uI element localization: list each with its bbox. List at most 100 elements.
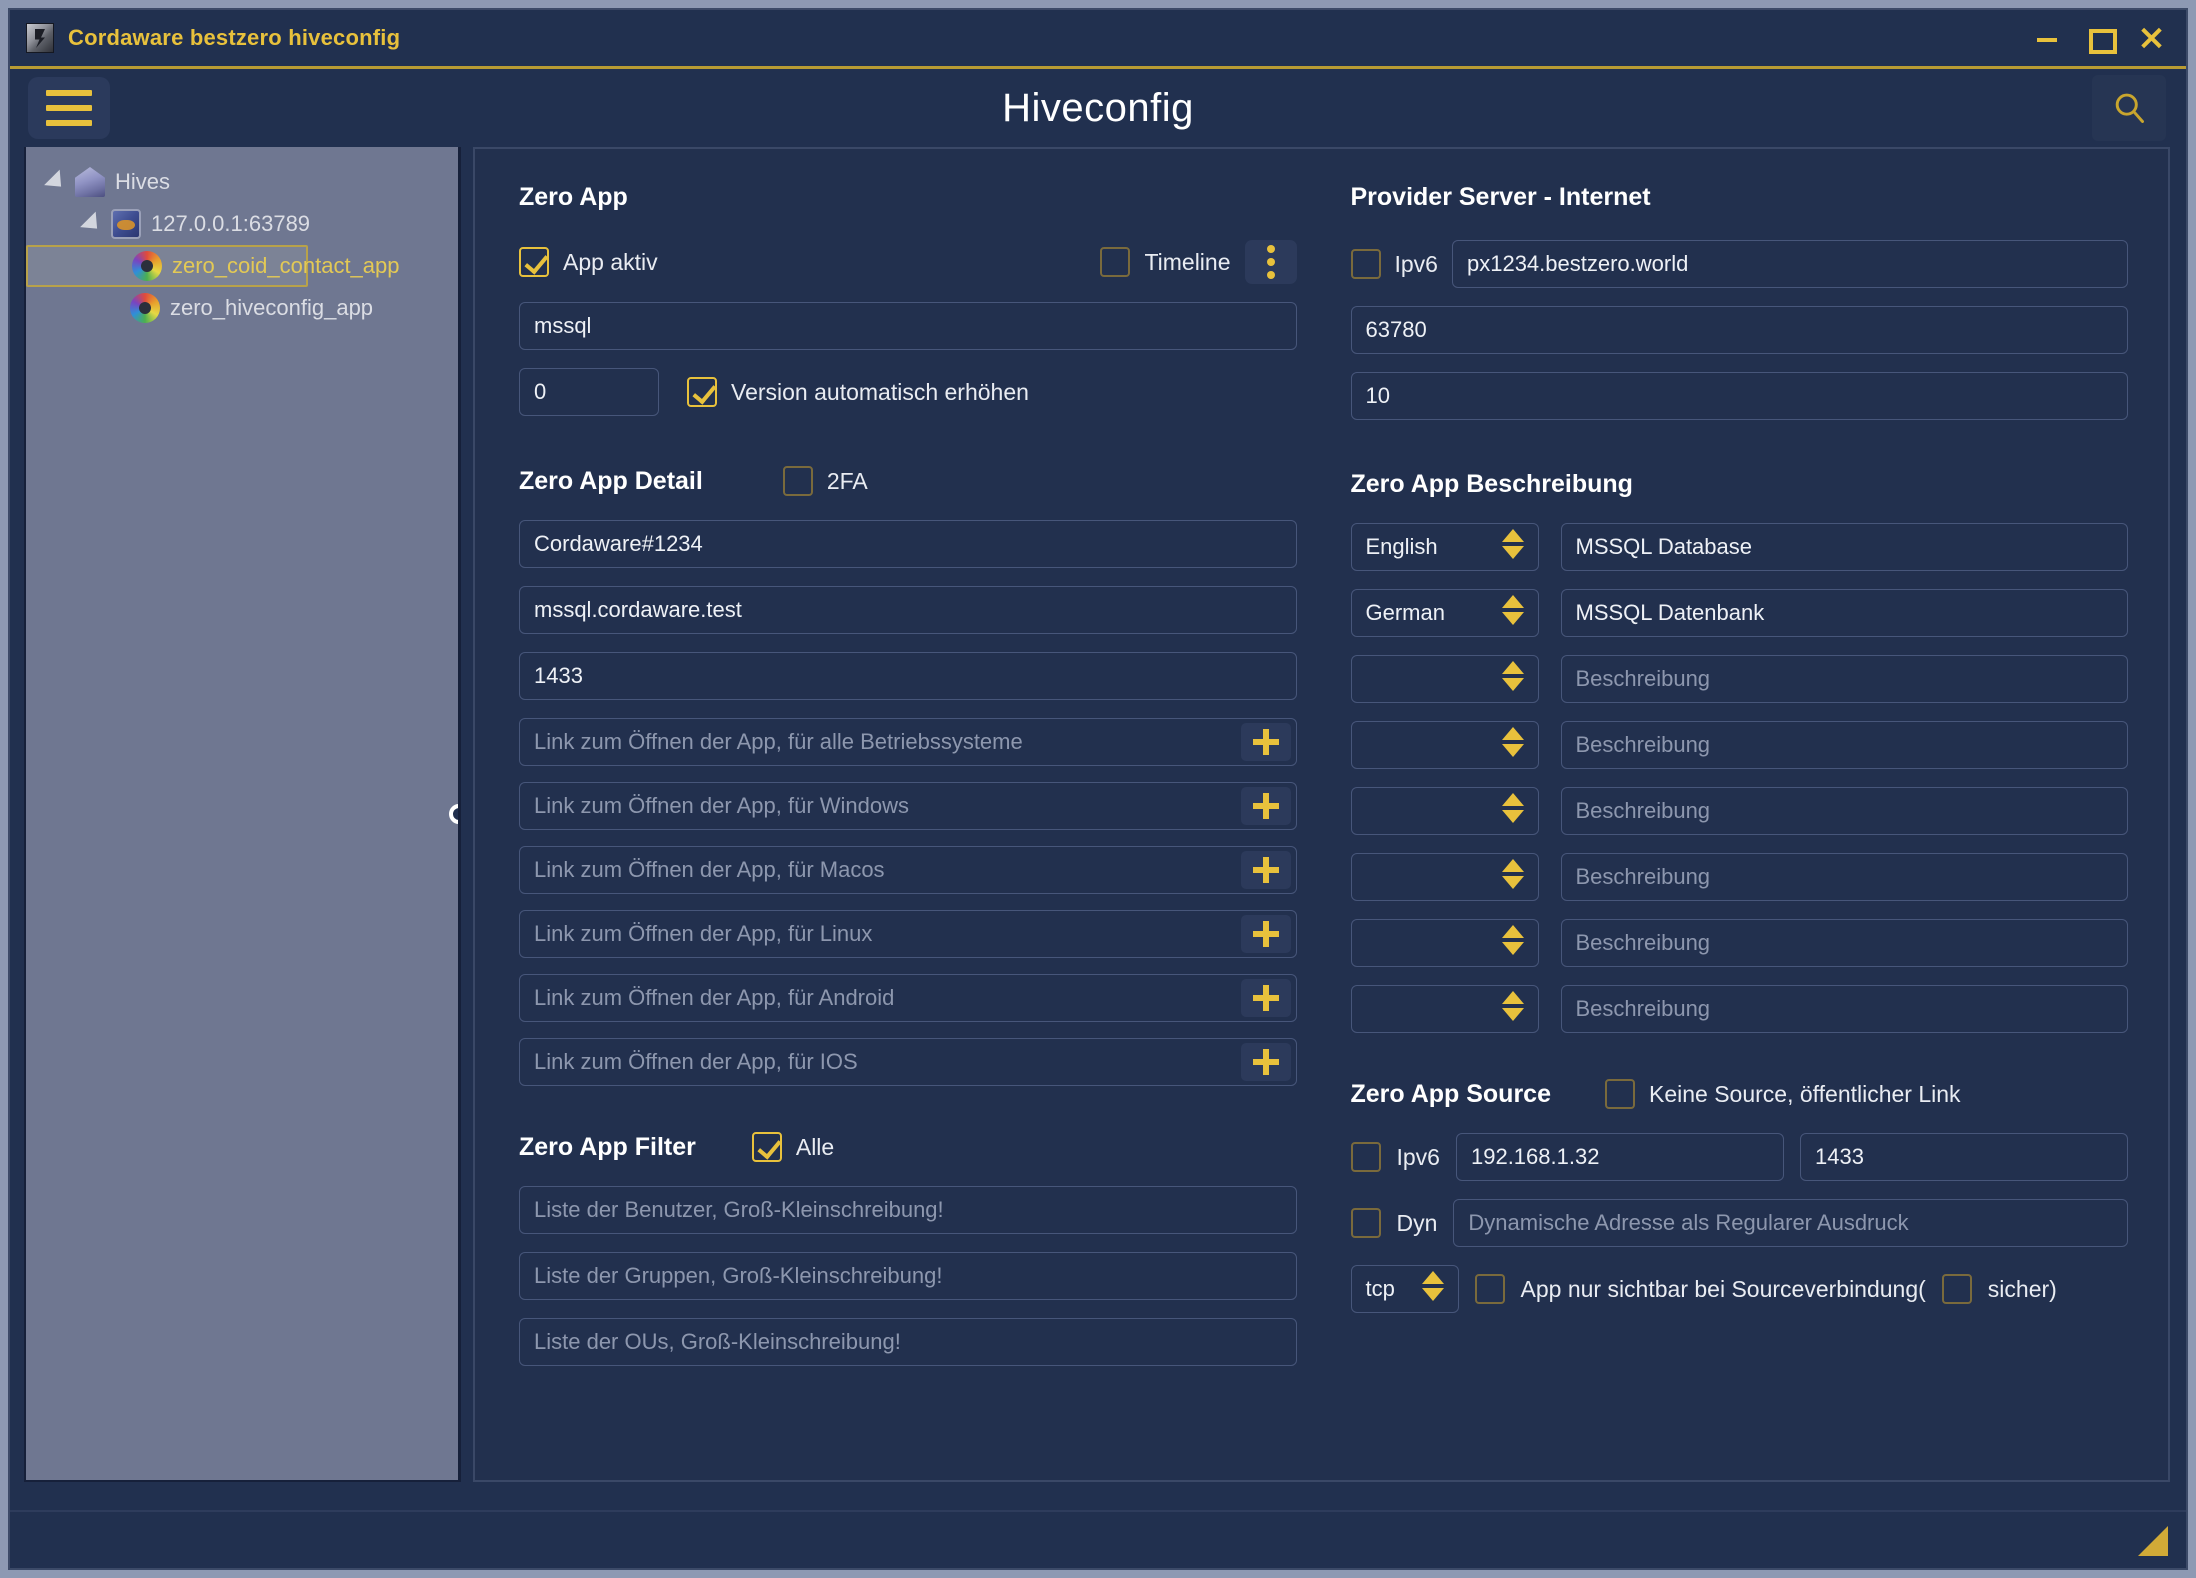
plus-icon[interactable] [1240, 787, 1291, 825]
twofa-label: 2FA [826, 467, 868, 494]
provider-count-input[interactable] [1350, 372, 2128, 420]
panel-splitter-handle[interactable] [449, 803, 458, 824]
spinner-arrows-icon[interactable] [1421, 1271, 1444, 1301]
title-bar: Cordaware bestzero hiveconfig [10, 10, 2186, 66]
protocol-select[interactable]: tcp [1350, 1265, 1459, 1313]
link-android-input[interactable] [519, 974, 1297, 1022]
spinner-arrows-icon[interactable] [1501, 859, 1524, 889]
tree-item-server[interactable]: 127.0.0.1:63789 [26, 203, 458, 245]
language-select[interactable]: English [1350, 523, 1539, 571]
language-select[interactable] [1350, 655, 1539, 703]
tree-item-hives[interactable]: Hives [26, 161, 458, 203]
plus-icon[interactable] [1240, 851, 1291, 889]
app-name-input[interactable] [519, 302, 1297, 350]
twofa-checkbox[interactable] [782, 466, 813, 496]
spinner-arrows-icon[interactable] [1501, 793, 1524, 823]
plus-icon[interactable] [1240, 723, 1291, 761]
source-ipv6-checkbox[interactable] [1350, 1142, 1381, 1172]
provider-port-input[interactable] [1350, 306, 2128, 354]
spinner-arrows-icon[interactable] [1501, 991, 1524, 1021]
language-select[interactable] [1350, 853, 1539, 901]
app-aktiv-checkbox[interactable] [519, 247, 549, 277]
version-input[interactable] [519, 368, 659, 416]
plus-icon[interactable] [1240, 1043, 1291, 1081]
filter-alle-checkbox[interactable] [751, 1132, 782, 1162]
description-input[interactable] [1560, 787, 2128, 835]
language-select-value: English [1365, 534, 1438, 559]
provider-host-row: Ipv6 [1350, 240, 2128, 288]
link-windows-input[interactable] [519, 782, 1297, 830]
detail-port-input[interactable] [519, 652, 1297, 700]
detail-field2-wrap [519, 586, 1297, 634]
description-row [1350, 787, 2128, 835]
detail-hostname-input[interactable] [519, 586, 1297, 634]
filter-ous-input[interactable] [519, 1318, 1297, 1366]
description-row: English [1350, 523, 2128, 571]
more-options-icon[interactable] [1244, 240, 1297, 284]
provider-ipv6-checkbox[interactable] [1350, 249, 1381, 279]
language-select[interactable] [1350, 787, 1539, 835]
description-input[interactable] [1560, 985, 2128, 1033]
filter-alle-label: Alle [795, 1133, 835, 1160]
description-input[interactable] [1560, 721, 2128, 769]
spinner-arrows-icon[interactable] [1501, 529, 1524, 559]
language-select[interactable] [1350, 721, 1539, 769]
secure-checkbox[interactable] [1941, 1274, 1972, 1304]
filter-groups-input[interactable] [519, 1252, 1297, 1300]
config-form-panel: Speichern Abbrechen Kopieren Löschen Zer… [473, 147, 2170, 1482]
page-title: Hiveconfig [1002, 85, 1194, 130]
application-window: Cordaware bestzero hiveconfig Hiveconfig… [8, 8, 2188, 1570]
language-select[interactable] [1350, 985, 1539, 1033]
description-input[interactable] [1560, 919, 2128, 967]
tree-item-label: zero_coid_contact_app [172, 253, 400, 278]
description-input[interactable] [1560, 589, 2128, 637]
window-title: Cordaware bestzero hiveconfig [68, 25, 401, 50]
plus-icon[interactable] [1240, 915, 1291, 953]
timeline-checkbox[interactable] [1100, 247, 1131, 277]
language-select[interactable]: German [1350, 589, 1539, 637]
minimize-icon[interactable] [2034, 25, 2060, 51]
description-input[interactable] [1560, 523, 2128, 571]
link-linux-input[interactable] [519, 910, 1297, 958]
link-row-linux [519, 910, 1297, 958]
expand-collapse-icon[interactable] [44, 169, 69, 195]
dyn-checkbox[interactable] [1350, 1208, 1381, 1238]
source-protocol-row: tcp App nur sichtbar bei Sourceverbindun… [1350, 1265, 2129, 1313]
app-name-field-wrap [519, 302, 1297, 350]
filter-users-input[interactable] [519, 1186, 1297, 1234]
cordaware-logo-icon [26, 23, 54, 53]
auto-version-checkbox[interactable] [687, 377, 717, 407]
link-row-android [519, 974, 1297, 1022]
source-address-input[interactable] [1455, 1133, 1784, 1181]
link-ios-input[interactable] [519, 1038, 1297, 1086]
app-icon [132, 251, 162, 281]
detail-identifier-input[interactable] [519, 520, 1297, 568]
provider-server-section-header: Provider Server - Internet [1351, 183, 2129, 212]
dyn-address-input[interactable] [1453, 1199, 2128, 1247]
spinner-arrows-icon[interactable] [1501, 661, 1524, 691]
spinner-arrows-icon[interactable] [1501, 727, 1524, 757]
no-source-checkbox[interactable] [1605, 1079, 1635, 1109]
spinner-arrows-icon[interactable] [1501, 925, 1524, 955]
maximize-icon[interactable] [2086, 25, 2117, 54]
link-row-windows [519, 782, 1297, 830]
spinner-arrows-icon[interactable] [1501, 595, 1524, 625]
description-input[interactable] [1560, 853, 2128, 901]
description-input[interactable] [1560, 655, 2128, 703]
link-macos-input[interactable] [519, 846, 1297, 894]
tree-item-label: 127.0.0.1:63789 [151, 211, 311, 236]
link-all-os-input[interactable] [519, 718, 1297, 766]
section-title: Zero App Detail [519, 466, 703, 495]
expand-collapse-icon[interactable] [80, 211, 105, 237]
plus-icon[interactable] [1240, 979, 1291, 1017]
tree-item-zero-coid-contact-app[interactable]: zero_coid_contact_app [26, 245, 400, 287]
section-title: Zero App Beschreibung [1350, 470, 1633, 498]
tree-item-zero-hiveconfig-app[interactable]: zero_hiveconfig_app [26, 287, 458, 329]
language-select[interactable] [1350, 919, 1539, 967]
provider-host-input[interactable] [1451, 240, 2128, 288]
source-port-input[interactable] [1800, 1133, 2129, 1181]
close-icon[interactable] [2138, 25, 2164, 51]
resize-grip-icon[interactable] [2138, 1526, 2168, 1556]
visible-on-source-checkbox[interactable] [1474, 1274, 1505, 1304]
visible-on-source-label: App nur sichtbar bei Sourceverbindung( [1520, 1275, 1926, 1302]
